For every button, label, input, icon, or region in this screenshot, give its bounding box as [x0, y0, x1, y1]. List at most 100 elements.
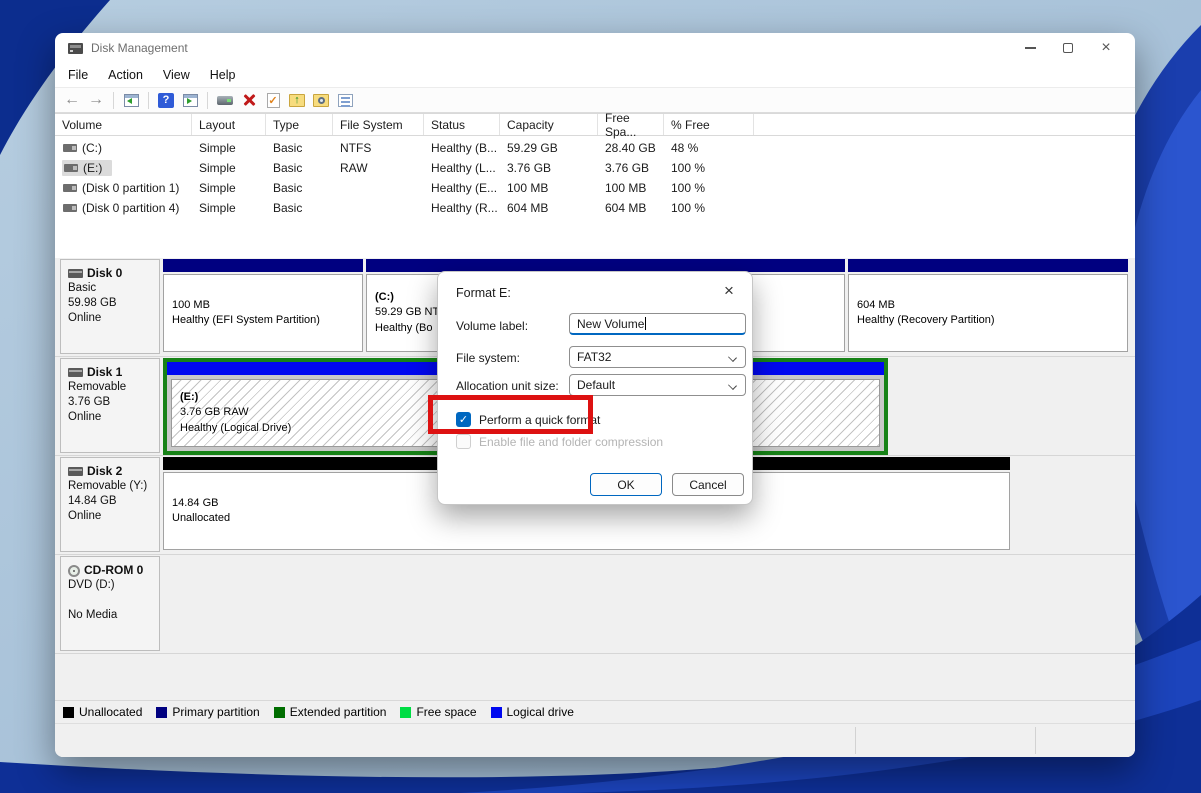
titlebar: Disk Management ×: [55, 33, 1135, 63]
disk-management-app-icon: [68, 42, 83, 54]
red-x-delete-icon: [242, 93, 256, 107]
compression-checkbox-disabled: Enable file and folder compression: [456, 434, 663, 449]
close-button[interactable]: ×: [1087, 33, 1125, 63]
back-icon: ←: [64, 91, 80, 108]
partition-legend: Unallocated Primary partition Extended p…: [55, 700, 1135, 723]
volume-row-partition1[interactable]: (Disk 0 partition 1) Simple Basic Health…: [55, 179, 1135, 196]
primary-partition-bar: [848, 259, 1128, 272]
minimize-button[interactable]: [1011, 33, 1049, 63]
legend-extended-partition: Extended partition: [273, 705, 386, 719]
checklist-icon: [337, 93, 353, 107]
folder-up-icon: ↑: [289, 93, 305, 107]
legend-free-space: Free space: [400, 705, 477, 719]
back-button[interactable]: ←: [61, 89, 83, 111]
chevron-down-icon: [728, 353, 737, 362]
volume-icon: [63, 143, 77, 152]
cd-rom-icon: [68, 564, 80, 577]
action-pane-icon: [182, 93, 198, 107]
delete-volume-button[interactable]: [238, 89, 260, 111]
volume-icon: [64, 163, 78, 172]
menu-help[interactable]: Help: [200, 65, 246, 85]
col-header-filler: [754, 114, 1135, 135]
col-header-layout[interactable]: Layout: [192, 114, 266, 135]
volume-list-header: Volume Layout Type File System Status Ca…: [55, 111, 1135, 139]
col-header-free-space[interactable]: Free Spa...: [598, 111, 664, 139]
allocation-unit-label: Allocation unit size:: [456, 379, 559, 393]
checkbox-unchecked-icon: [456, 434, 471, 449]
hdd-icon: [68, 368, 83, 377]
cancel-button[interactable]: Cancel: [672, 473, 744, 496]
disk2-label-panel: Disk 2 Removable (Y:) 14.84 GB Online: [60, 457, 160, 552]
menu-view[interactable]: View: [153, 65, 200, 85]
maximize-icon: [1063, 43, 1073, 53]
volume-row-c[interactable]: (C:) Simple Basic NTFS Healthy (B... 59.…: [55, 139, 1135, 156]
volume-list: Volume Layout Type File System Status Ca…: [55, 111, 1135, 258]
col-header-capacity[interactable]: Capacity: [500, 114, 598, 135]
window-title: Disk Management: [91, 41, 188, 55]
folder-search-icon: [313, 93, 329, 107]
col-header-type[interactable]: Type: [266, 114, 333, 135]
volume-icon: [63, 203, 77, 212]
legend-primary-partition: Primary partition: [156, 705, 260, 719]
status-bar-divider: [1035, 727, 1036, 754]
hdd-icon: [68, 467, 83, 476]
volume-icon: [63, 183, 77, 192]
forward-button[interactable]: →: [85, 89, 107, 111]
volume-row-e-selected[interactable]: (E:) Simple Basic RAW Healthy (L... 3.76…: [55, 159, 1135, 176]
forward-icon: →: [88, 91, 104, 108]
toolbar-separator: [207, 91, 208, 109]
properties-button[interactable]: ✓: [262, 89, 284, 111]
help-button[interactable]: ?: [155, 89, 177, 111]
menu-file[interactable]: File: [58, 65, 98, 85]
col-header-file-system[interactable]: File System: [333, 114, 424, 135]
hdd-icon: [68, 269, 83, 278]
volume-row-partition4[interactable]: (Disk 0 partition 4) Simple Basic Health…: [55, 199, 1135, 216]
volume-label-label: Volume label:: [456, 319, 529, 333]
close-icon: ×: [724, 281, 734, 300]
disk0-efi-partition[interactable]: 100 MB Healthy (EFI System Partition): [163, 259, 363, 355]
dialog-title: Format E:: [456, 286, 511, 300]
legend-swatch: [400, 706, 412, 718]
disk-device-icon: [217, 95, 233, 105]
red-annotation-rectangle: [428, 395, 593, 434]
format-dialog: Format E: × Volume label: New Volume Fil…: [437, 271, 753, 505]
col-header-volume[interactable]: Volume: [55, 114, 192, 135]
minimize-icon: [1024, 47, 1036, 49]
legend-unallocated: Unallocated: [63, 705, 142, 719]
cdrom0-row: CD-ROM 0 DVD (D:) No Media: [55, 555, 1135, 654]
volume-label-input[interactable]: New Volume: [569, 313, 746, 335]
disk0-label-panel: Disk 0 Basic 59.98 GB Online: [60, 259, 160, 354]
console-tree-icon: [123, 93, 139, 107]
primary-partition-bar: [163, 259, 363, 272]
menu-action[interactable]: Action: [98, 65, 153, 85]
rescan-disks-button[interactable]: [214, 89, 236, 111]
explore-folder-button[interactable]: [310, 89, 332, 111]
menubar: File Action View Help: [55, 63, 1135, 87]
maximize-button[interactable]: [1049, 33, 1087, 63]
toolbar-separator: [113, 91, 114, 109]
disk1-label-panel: Disk 1 Removable 3.76 GB Online: [60, 358, 160, 453]
close-icon: ×: [1101, 39, 1111, 56]
dialog-close-button[interactable]: ×: [718, 280, 740, 302]
selected-row-highlight: (E:): [62, 159, 113, 176]
status-bar-divider: [855, 727, 856, 754]
col-header-pct-free[interactable]: % Free: [664, 114, 754, 135]
document-check-icon: ✓: [266, 92, 280, 108]
legend-swatch: [273, 706, 285, 718]
disk0-recovery-partition[interactable]: 604 MB Healthy (Recovery Partition): [848, 259, 1128, 355]
status-bar: [55, 723, 1135, 757]
console-tree-button[interactable]: [120, 89, 142, 111]
toolbar: ← → ? ✓ ↑: [55, 87, 1135, 113]
file-system-select[interactable]: FAT32: [569, 346, 746, 368]
toolbar-separator: [148, 91, 149, 109]
legend-swatch: [63, 706, 74, 718]
allocation-unit-select[interactable]: Default: [569, 374, 746, 396]
col-header-status[interactable]: Status: [424, 114, 500, 135]
open-folder-button[interactable]: ↑: [286, 89, 308, 111]
choose-columns-button[interactable]: [334, 89, 356, 111]
ok-button[interactable]: OK: [590, 473, 662, 496]
file-system-label: File system:: [456, 351, 521, 365]
action-pane-button[interactable]: [179, 89, 201, 111]
text-caret: [645, 317, 647, 330]
chevron-down-icon: [728, 381, 737, 390]
